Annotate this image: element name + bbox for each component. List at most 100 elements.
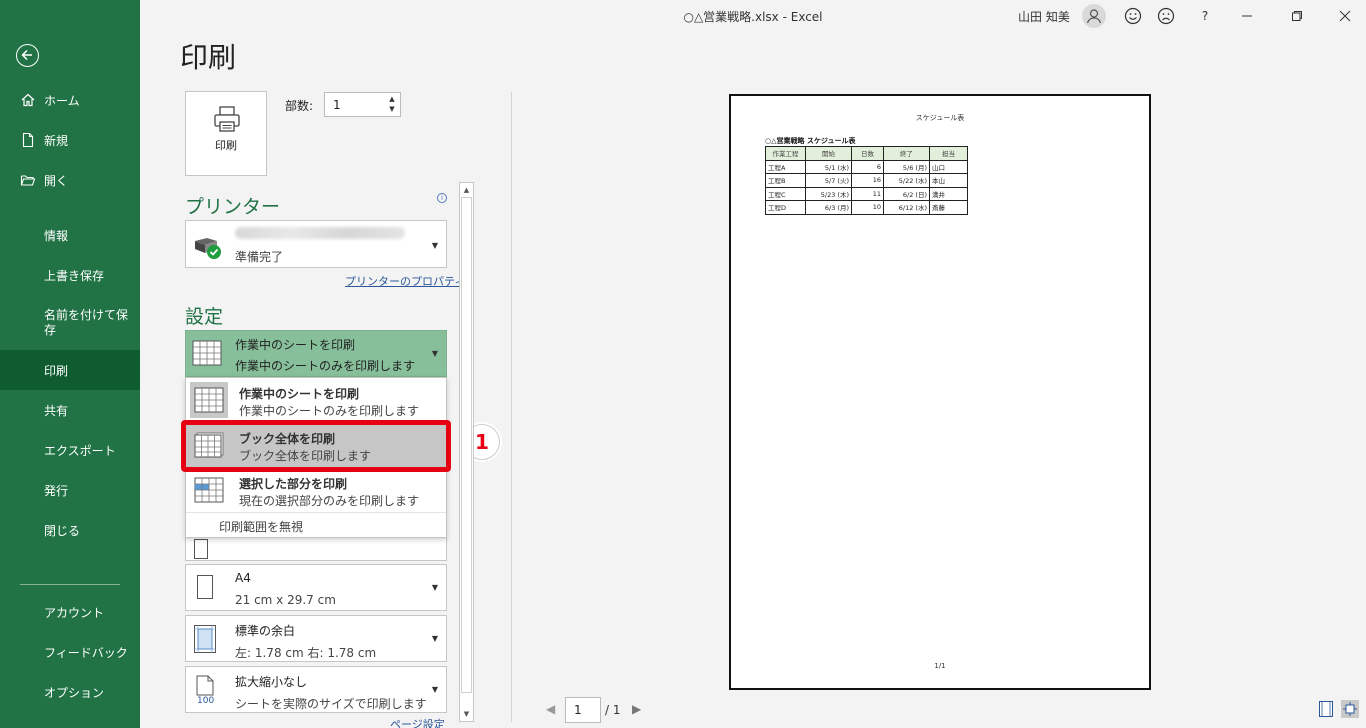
sidebar-item-label: 上書き保存 — [44, 268, 105, 283]
chevron-down-icon: ▼ — [431, 634, 438, 643]
scaling-select[interactable]: 100 拡大縮小なし シートを実際のサイズで印刷します ▼ — [185, 666, 447, 713]
paper-icon — [197, 575, 213, 603]
table-cell: 6/2 (日) — [883, 186, 930, 201]
preview-page-number: 1/1 — [934, 662, 946, 670]
sidebar-item-open[interactable]: 開く — [0, 160, 140, 200]
close-icon[interactable] — [1335, 6, 1355, 26]
scroll-up-icon[interactable]: ▲ — [460, 183, 473, 197]
table-cell: 工程B — [765, 173, 806, 188]
user-name[interactable]: 山田 知美 — [1018, 8, 1070, 25]
current-page-input[interactable]: 1 — [565, 697, 601, 723]
menu-item-selection[interactable]: 選択した部分を印刷 現在の選択部分のみを印刷します — [186, 468, 446, 512]
folder-open-icon — [20, 172, 36, 188]
paper-size-select[interactable]: A4 21 cm x 29.7 cm ▼ — [185, 564, 447, 611]
printer-properties-link[interactable]: プリンターのプロパティ — [345, 273, 465, 289]
ignore-print-area-option[interactable]: 印刷範囲を無視 — [219, 518, 303, 535]
sidebar-item-label: 開く — [44, 173, 69, 188]
print-what-desc: 作業中のシートのみを印刷します — [235, 359, 416, 373]
minimize-icon[interactable] — [1237, 6, 1257, 26]
sidebar-item-close[interactable]: 閉じる — [0, 510, 140, 550]
sidebar-item-label: フィードバック — [44, 645, 128, 660]
sidebar-item-label: 情報 — [44, 228, 69, 243]
print-preview-page: スケジュール表 ○△営業戦略 スケジュール表 作業工程 開始 日数 終了 担当 … — [729, 94, 1151, 690]
sidebar-divider — [20, 584, 120, 585]
sidebar-item-account[interactable]: アカウント — [0, 592, 140, 632]
sidebar-item-label: 印刷 — [44, 363, 69, 378]
scaling-icon: 100 — [196, 675, 214, 709]
printer-icon — [214, 106, 240, 132]
printer-select[interactable]: 準備完了 ▼ — [185, 220, 447, 268]
menu-item-title: 選択した部分を印刷 — [239, 477, 348, 491]
scroll-down-icon[interactable]: ▼ — [460, 707, 473, 721]
printer-heading: プリンター — [185, 196, 281, 218]
margins-desc: 左: 1.78 cm 右: 1.78 cm — [235, 646, 377, 660]
sidebar-item-print[interactable]: 印刷 — [0, 350, 140, 390]
table-row: 工程D 6/3 (月) 10 6/12 (水) 斎藤 — [765, 200, 968, 215]
table-cell: 5/7 (火) — [805, 173, 852, 188]
paper-size-desc: 21 cm x 29.7 cm — [235, 593, 336, 607]
info-icon[interactable]: i — [437, 193, 447, 203]
page-setup-link[interactable]: ページ設定 — [390, 716, 445, 728]
smile-icon[interactable] — [1123, 6, 1143, 26]
help-button[interactable]: ? — [1195, 6, 1215, 26]
print-button[interactable]: 印刷 — [185, 91, 267, 176]
zoom-to-page-icon[interactable] — [1341, 700, 1359, 718]
title-bar: ○△営業戦略.xlsx - Excel 山田 知美 ? — [140, 0, 1366, 32]
margins-title: 標準の余白 — [235, 624, 296, 638]
back-arrow-icon[interactable] — [16, 44, 39, 67]
paper-size-title: A4 — [235, 571, 251, 585]
spin-up-icon[interactable]: ▲ — [385, 94, 399, 104]
sidebar-item-home[interactable]: ホーム — [0, 80, 140, 120]
margins-icon — [194, 625, 216, 657]
backstage-sidebar: ホーム 新規 開く 情報 上書き保存 名前を付けて保存 印刷 共有 エクスポート… — [0, 0, 140, 728]
scroll-thumb[interactable] — [461, 197, 472, 693]
spin-down-icon[interactable]: ▼ — [385, 104, 399, 114]
window-title: ○△営業戦略.xlsx - Excel — [683, 10, 823, 24]
sidebar-item-export[interactable]: エクスポート — [0, 430, 140, 470]
sidebar-item-label: エクスポート — [44, 443, 116, 458]
printer-name — [235, 227, 405, 239]
sidebar-item-save[interactable]: 上書き保存 — [0, 255, 140, 295]
print-button-label: 印刷 — [215, 139, 237, 152]
table-header-cell: 担当 — [929, 146, 968, 161]
sidebar-item-publish[interactable]: 発行 — [0, 470, 140, 510]
sidebar-item-label: オプション — [44, 685, 105, 700]
table-cell: 斎藤 — [929, 200, 968, 215]
sidebar-item-share[interactable]: 共有 — [0, 390, 140, 430]
menu-item-desc: 現在の選択部分のみを印刷します — [239, 494, 420, 508]
frown-icon[interactable] — [1156, 6, 1176, 26]
preview-sheet-title: スケジュール表 — [915, 114, 965, 122]
sidebar-item-new[interactable]: 新規 — [0, 120, 140, 160]
sheet-grid-icon — [190, 382, 228, 418]
chevron-down-icon: ▼ — [431, 583, 438, 592]
copies-stepper[interactable]: ▲ ▼ — [385, 94, 399, 115]
next-page-icon[interactable]: ▶ — [632, 702, 641, 716]
sidebar-item-info[interactable]: 情報 — [0, 215, 140, 255]
table-cell: 5/6 (月) — [883, 159, 930, 174]
show-margins-icon[interactable] — [1317, 700, 1335, 718]
highlight-callout — [181, 420, 451, 472]
sidebar-item-save-as[interactable]: 名前を付けて保存 — [0, 304, 140, 348]
collated-icon — [194, 539, 208, 563]
margins-select[interactable]: 標準の余白 左: 1.78 cm 右: 1.78 cm ▼ — [185, 615, 447, 662]
excel-backstage: ホーム 新規 開く 情報 上書き保存 名前を付けて保存 印刷 共有 エクスポート… — [0, 0, 1366, 728]
table-cell: 5/1 (水) — [805, 159, 852, 174]
sidebar-item-label: 閉じる — [44, 523, 81, 538]
settings-heading: 設定 — [185, 306, 224, 328]
scaling-title: 拡大縮小なし — [235, 675, 308, 689]
sidebar-item-label: アカウント — [44, 605, 105, 620]
table-cell: 満井 — [929, 186, 968, 201]
avatar[interactable] — [1082, 4, 1106, 28]
print-what-select[interactable]: 作業中のシートを印刷 作業中のシートのみを印刷します ▼ — [185, 330, 447, 377]
sidebar-item-feedback[interactable]: フィードバック — [0, 632, 140, 672]
sidebar-item-options[interactable]: オプション — [0, 672, 140, 712]
print-what-title: 作業中のシートを印刷 — [235, 338, 356, 352]
restore-icon[interactable] — [1287, 6, 1307, 26]
table-row: 工程B 5/7 (火) 16 5/22 (水) 本山 — [765, 173, 968, 188]
selection-grid-icon — [190, 472, 228, 508]
settings-scrollbar[interactable]: ▲ ▼ — [459, 182, 474, 722]
menu-item-active-sheets[interactable]: 作業中のシートを印刷 作業中のシートのみを印刷します — [186, 378, 446, 422]
previous-page-icon[interactable]: ◀ — [546, 702, 555, 716]
total-pages: / 1 — [605, 703, 621, 717]
sidebar-item-label: 名前を付けて保存 — [44, 308, 129, 337]
